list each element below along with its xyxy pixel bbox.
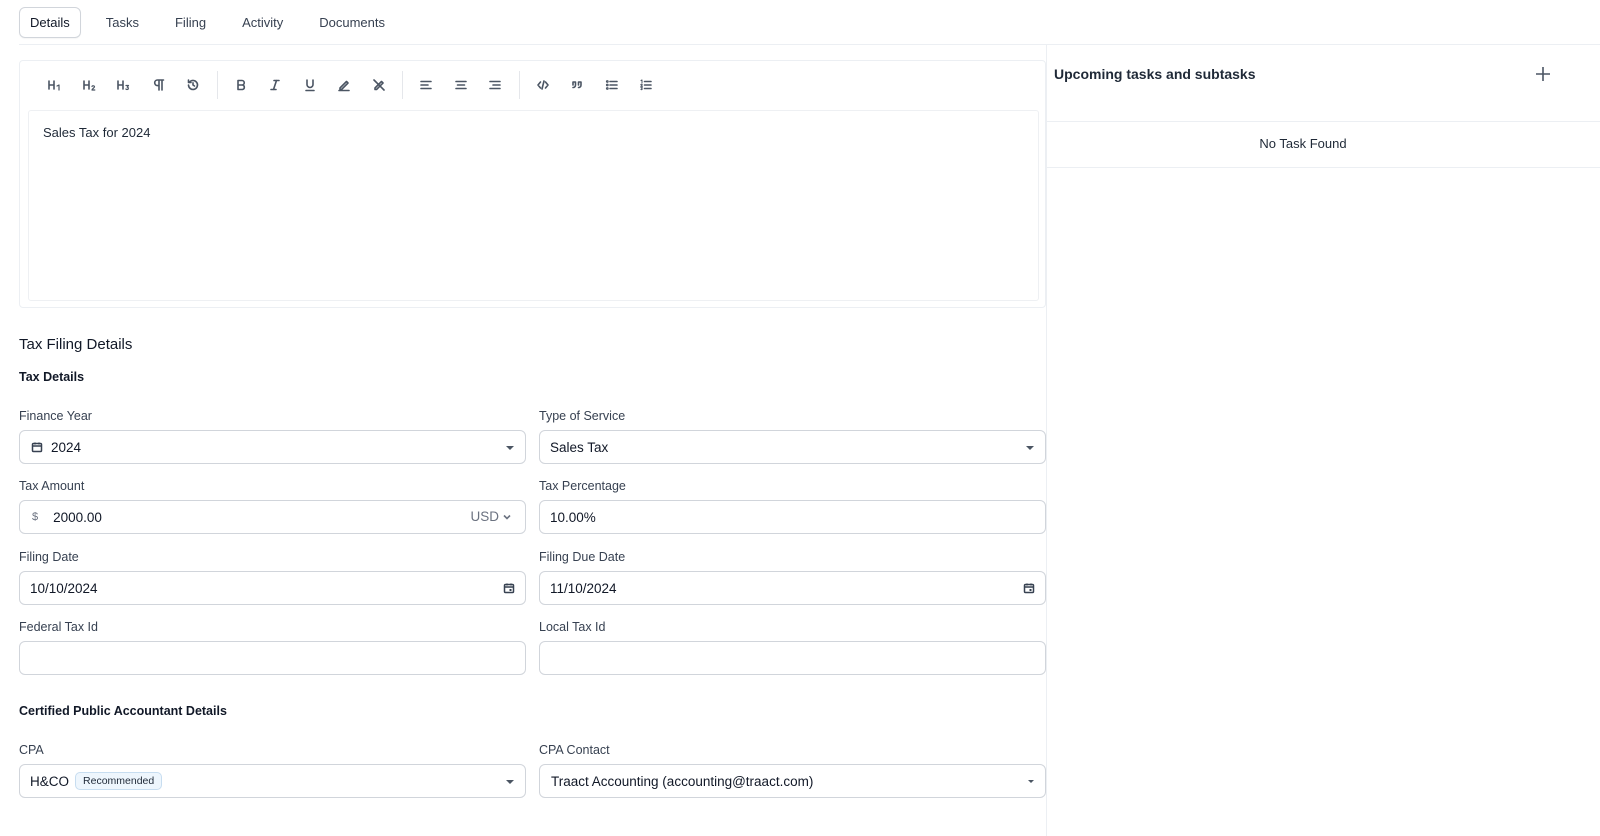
italic-icon[interactable] <box>258 71 293 99</box>
bold-icon[interactable] <box>224 71 259 99</box>
undo-icon[interactable] <box>176 71 211 99</box>
chevron-down-icon <box>506 780 514 784</box>
add-task-button[interactable] <box>1535 66 1555 86</box>
cpa-contact-value: Traact Accounting (accounting@traact.com… <box>551 773 814 789</box>
align-center-icon[interactable] <box>444 71 479 99</box>
panel-divider <box>1046 121 1600 122</box>
cpa-label: CPA <box>19 743 44 757</box>
tax-amount-value: 2000.00 <box>53 509 102 525</box>
clear-format-icon[interactable] <box>362 71 397 99</box>
filing-due-date-input[interactable]: 11/10/2024 <box>539 571 1046 605</box>
paragraph-icon[interactable] <box>142 71 177 99</box>
local-tax-id-input[interactable] <box>539 641 1046 675</box>
tab-filing[interactable]: Filing <box>164 7 217 38</box>
filing-due-date-label: Filing Due Date <box>539 550 626 564</box>
chevron-down-icon <box>1028 780 1034 783</box>
toolbar-divider <box>216 71 218 99</box>
filing-date-input[interactable]: 10/10/2024 <box>19 571 526 605</box>
tax-percentage-value: 10.00% <box>550 509 596 525</box>
toolbar-divider <box>402 71 403 99</box>
toolbar-divider <box>518 71 520 99</box>
tab-details[interactable]: Details <box>19 6 81 38</box>
cpa-contact-label: CPA Contact <box>539 743 610 757</box>
tax-amount-label: Tax Amount <box>19 479 85 493</box>
align-right-icon[interactable] <box>478 71 513 99</box>
editor-toolbar <box>20 61 1045 109</box>
ordered-list-icon[interactable] <box>629 71 664 99</box>
tab-bar: Details Tasks Filing Activity Documents <box>19 6 410 38</box>
chevron-down-icon <box>1026 446 1034 450</box>
plus-icon <box>1536 67 1550 81</box>
bullet-list-icon[interactable] <box>595 71 630 99</box>
no-task-message: No Task Found <box>1259 136 1347 151</box>
rich-text-editor: Sales Tax for 2024 <box>19 60 1046 308</box>
tab-activity[interactable]: Activity <box>231 7 294 38</box>
upcoming-tasks-title: Upcoming tasks and subtasks <box>1054 66 1256 82</box>
chevron-down-icon <box>503 514 511 520</box>
federal-tax-id-input[interactable] <box>19 641 526 675</box>
type-of-service-value: Sales Tax <box>550 439 609 455</box>
align-left-icon[interactable] <box>409 71 444 99</box>
currency-select[interactable]: USD <box>470 509 512 524</box>
currency-value: USD <box>470 509 499 524</box>
heading-2-icon[interactable] <box>73 71 108 99</box>
panel-divider <box>1046 44 1047 836</box>
type-of-service-label: Type of Service <box>539 409 626 423</box>
panel-divider <box>1046 167 1600 168</box>
heading-3-icon[interactable] <box>107 71 142 99</box>
cpa-select[interactable]: H&CO Recommended <box>19 764 526 798</box>
tax-percentage-input[interactable]: 10.00% <box>539 500 1046 534</box>
chevron-down-icon <box>506 446 514 450</box>
cpa-value: H&CO <box>30 773 70 789</box>
tab-documents[interactable]: Documents <box>308 7 396 38</box>
finance-year-label: Finance Year <box>19 409 92 423</box>
finance-year-select[interactable]: 2024 <box>19 430 526 464</box>
tax-amount-input[interactable]: $ 2000.00 USD <box>19 500 526 534</box>
subsection-title-tax-details: Tax Details <box>19 370 85 384</box>
dollar-prefix: $ <box>32 511 39 523</box>
highlight-icon[interactable] <box>327 71 362 99</box>
filing-due-date-value: 11/10/2024 <box>550 580 617 596</box>
recommended-badge: Recommended <box>75 772 163 790</box>
cpa-contact-select[interactable]: Traact Accounting (accounting@traact.com… <box>539 764 1046 798</box>
federal-tax-id-label: Federal Tax Id <box>19 620 98 634</box>
code-icon[interactable] <box>526 71 561 99</box>
blockquote-icon[interactable] <box>560 71 595 99</box>
heading-1-icon[interactable] <box>38 71 73 99</box>
tabs-divider <box>19 44 1600 45</box>
type-of-service-select[interactable]: Sales Tax <box>539 430 1046 464</box>
calendar-icon[interactable] <box>1023 582 1035 594</box>
underline-icon[interactable] <box>293 71 328 99</box>
filing-date-value: 10/10/2024 <box>30 580 98 596</box>
section-title-tax-filing: Tax Filing Details <box>19 336 133 353</box>
editor-content[interactable]: Sales Tax for 2024 <box>28 110 1039 301</box>
subsection-title-cpa: Certified Public Accountant Details <box>19 704 227 718</box>
local-tax-id-label: Local Tax Id <box>539 620 606 634</box>
calendar-icon[interactable] <box>503 582 515 594</box>
filing-date-label: Filing Date <box>19 550 79 564</box>
tab-tasks[interactable]: Tasks <box>95 7 150 38</box>
calendar-icon <box>31 441 43 453</box>
tax-percentage-label: Tax Percentage <box>539 479 626 493</box>
finance-year-value: 2024 <box>51 439 82 455</box>
